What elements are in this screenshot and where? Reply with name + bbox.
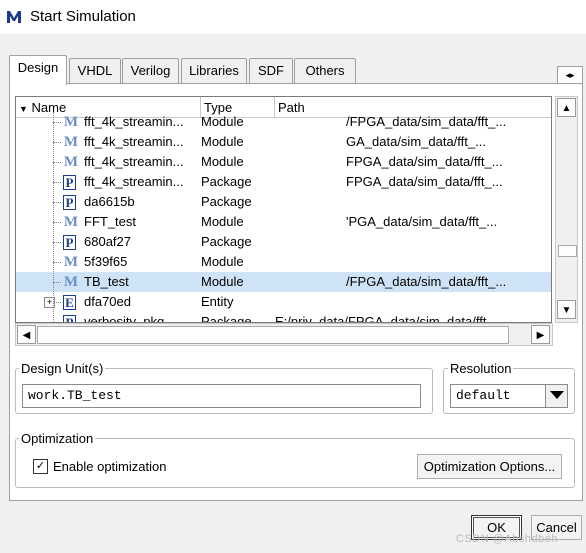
row-path [346,192,551,212]
row-path [346,252,551,272]
table-row[interactable]: P 680af27 Package [16,232,551,252]
tree-connector [53,202,61,203]
tab-others[interactable]: Others [294,58,356,83]
resolution-label: Resolution [448,361,514,376]
row-type: Module [201,254,244,269]
row-name: 5f39f65 [84,254,128,269]
table-row[interactable]: Pfft_4k_streamin... Package FPGA_data/sim_… [16,172,551,192]
table-row[interactable]: Pda6615b Package [16,192,551,212]
row-type: Module [201,134,244,149]
row-name: dfa70ed [84,294,131,309]
watermark: CSDN @Abshdbeh [456,533,558,545]
row-path: E:/priv_data/FPGA_data/sim_data/fft [275,314,487,323]
table-row[interactable]: Pverbosity_pkg Package E:/priv_data/FPGA_d… [16,312,551,323]
scroll-down-button[interactable]: ▼ [557,300,576,319]
tab-bar: Design VHDL Verilog Libraries SDF Others [0,34,586,85]
scroll-right-button[interactable]: ▶ [531,325,550,344]
window-title: Start Simulation [30,8,136,25]
row-path [346,292,551,312]
row-name: verbosity_pkg [84,314,165,323]
row-type: Package [201,194,252,209]
row-type: Package [201,314,252,323]
module-icon: M [63,114,79,130]
tab-design[interactable]: Design [9,55,67,85]
table-row[interactable]: Mfft_4k_streamin... Module/FPGA_data/sim_… [16,112,551,132]
design-unit-label: Design Unit(s) [19,361,106,376]
row-type: Module [201,114,244,129]
design-unit-input[interactable]: work.TB_test [22,384,421,408]
scroll-left-button[interactable]: ◀ [17,325,36,344]
row-name: FFT_test [84,214,137,229]
row-type: Package [201,174,252,189]
package-icon: P [63,315,76,322]
scroll-up-button[interactable]: ▲ [557,98,576,117]
resolution-select[interactable]: default [450,384,546,408]
design-library-table: ▼ Name Type Path Mfft_4k_streamin... Modu… [15,96,552,323]
table-horizontal-scrollbar[interactable]: ◀ ▶ [15,323,553,346]
package-icon: P [63,195,76,210]
tree-line [53,112,54,322]
row-type: Module [201,214,244,229]
row-name: fft_4k_streamin... [84,154,184,169]
row-path: FPGA_data/sim_data/fft_... [346,154,503,169]
tree-connector [53,282,61,283]
row-name: fft_4k_streamin... [84,174,184,189]
table-vertical-scrollbar[interactable]: ▲ ▼ [555,96,578,323]
row-name: da6615b [84,194,135,209]
row-path: 'PGA_data/sim_data/fft_... [346,214,498,229]
row-path [346,232,551,252]
package-icon: P [63,235,76,250]
table-row[interactable]: Mfft_4k_streamin... Module GA_data/sim_dat… [16,132,551,152]
optimization-options-button[interactable]: Optimization Options... [417,454,562,479]
row-path: /FPGA_data/sim_data/fft_... [346,274,507,289]
table-row[interactable]: M TB_test Module/FPGA_data/sim_data/fft_..… [16,272,551,292]
enable-optimization-checkbox[interactable]: ✓ [33,459,48,474]
chevron-down-icon [549,391,564,399]
tab-scroll-arrows[interactable]: ◂▸ [557,66,583,84]
tab-sdf[interactable]: SDF [249,58,293,83]
tree-connector [53,222,61,223]
module-icon: M [63,134,79,150]
tree-connector [53,142,61,143]
tree-connector [53,262,61,263]
row-path: FPGA_data/sim_data/fft_... [346,174,503,189]
resolution-dropdown-button[interactable] [545,384,568,408]
tree-connector [53,162,61,163]
module-icon: M [63,214,79,230]
optimization-label: Optimization [19,431,96,446]
horizontal-scroll-thumb[interactable] [37,326,509,344]
module-icon: M [63,254,79,270]
module-icon: M [63,274,79,290]
row-type: Module [201,154,244,169]
row-type: Module [201,274,244,289]
enable-optimization-label[interactable]: Enable optimization [53,459,166,474]
package-icon: P [63,175,76,190]
tree-connector [53,242,61,243]
table-row[interactable]: + Edfa70ed Entity [16,292,551,312]
tab-verilog[interactable]: Verilog [122,58,179,83]
row-path: /FPGA_data/sim_data/fft_... [346,114,507,129]
module-icon: M [63,154,79,170]
table-row[interactable]: Mfft_4k_streamin... Module FPGA_data/sim_d… [16,152,551,172]
row-name: fft_4k_streamin... [84,134,184,149]
modelsim-logo-icon [6,9,22,25]
vertical-scroll-thumb[interactable] [558,245,577,257]
table-row[interactable]: M 5f39f65 Module [16,252,551,272]
row-name: TB_test [84,274,129,289]
row-name: 680af27 [84,234,131,249]
title-bar: Start Simulation [0,0,586,34]
tree-connector [53,122,61,123]
tab-libraries[interactable]: Libraries [181,58,247,83]
row-path: GA_data/sim_data/fft_... [346,134,486,149]
entity-icon: E [63,295,76,310]
row-name: fft_4k_streamin... [84,114,184,129]
row-type: Entity [201,294,234,309]
tab-vhdl[interactable]: VHDL [69,58,121,83]
table-row[interactable]: M FFT_test Module 'PGA_data/sim_data/fft_..… [16,212,551,232]
row-type: Package [201,234,252,249]
tree-connector [53,182,61,183]
